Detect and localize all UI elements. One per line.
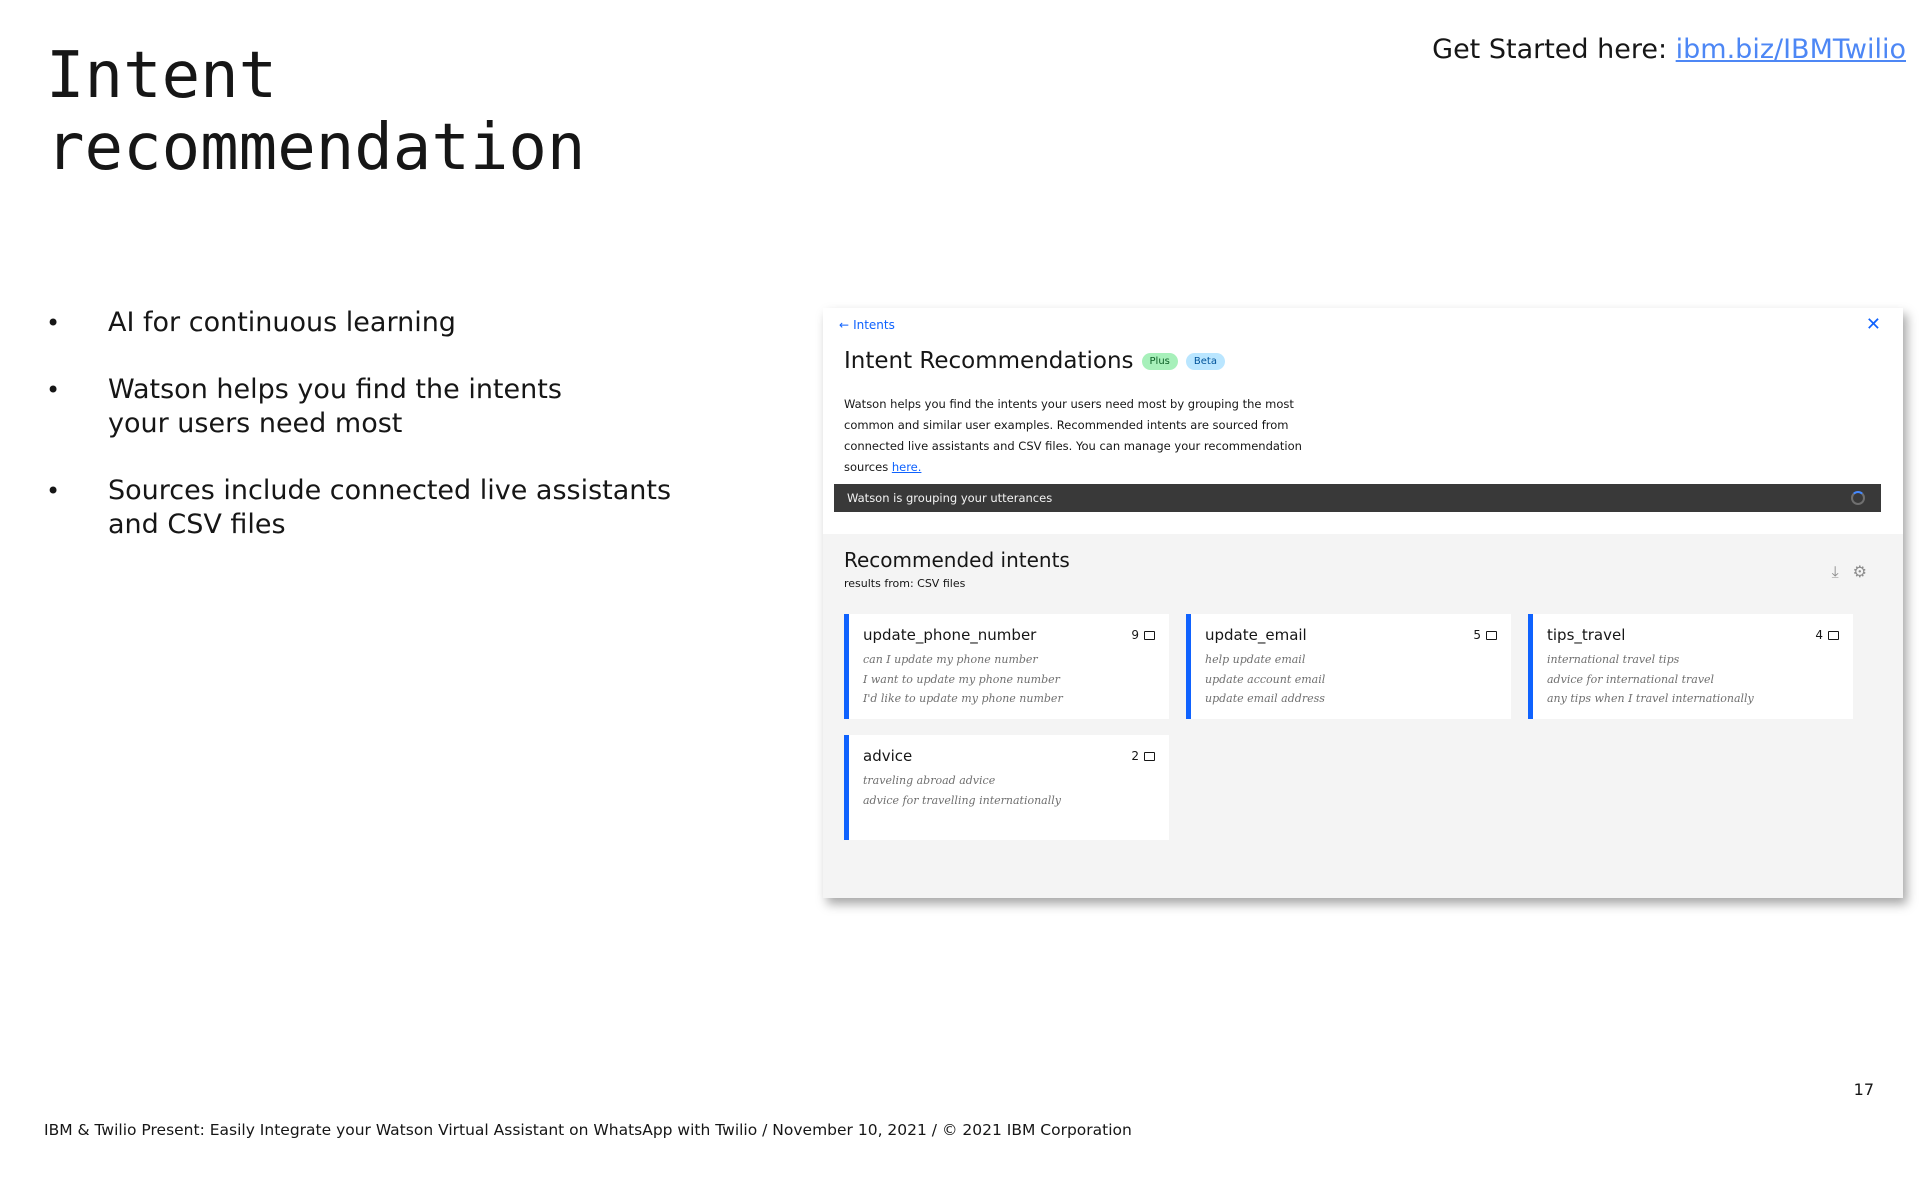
example-utterance: I'd like to update my phone number: [863, 692, 1063, 705]
arrow-left-icon: ←: [839, 318, 850, 332]
example-utterance: can I update my phone number: [863, 653, 1038, 666]
chat-bubble-icon: [1486, 630, 1497, 640]
section-toolbar: ⤓ ⚙: [1832, 562, 1867, 582]
example-count: 2: [1131, 749, 1155, 763]
intent-recommendations-panel: ← Intents ✕ Intent Recommendations Plus …: [823, 308, 1903, 898]
intent-name: advice: [863, 747, 913, 765]
close-icon[interactable]: ✕: [1866, 314, 1881, 335]
notification-text: Watson is grouping your utterances: [847, 491, 1053, 505]
back-link-label: Intents: [853, 318, 895, 332]
count-value: 9: [1131, 628, 1139, 642]
bullet-text: AI for continuous learning: [108, 307, 456, 338]
intent-name: update_email: [1205, 626, 1307, 644]
loading-spinner-icon: [1851, 491, 1865, 505]
page-number: 17: [1853, 1080, 1874, 1099]
recommended-intents-title: Recommended intents: [844, 548, 1070, 572]
bullet-item: • AI for continuous learning: [46, 306, 686, 340]
example-count: 5: [1473, 628, 1497, 642]
intent-cards: update_phone_number 9 can I update my ph…: [844, 614, 1853, 840]
example-utterance: help update email: [1205, 653, 1306, 666]
panel-title: Intent Recommendations: [844, 348, 1134, 374]
example-utterance: I want to update my phone number: [863, 672, 1060, 686]
intent-card[interactable]: update_email 5 help update email update …: [1186, 614, 1511, 719]
bullet-dot: •: [46, 477, 61, 505]
example-utterance: international travel tips: [1547, 653, 1680, 666]
chat-bubble-icon: [1144, 751, 1155, 761]
bullet-text: your users need most: [108, 408, 403, 439]
bullet-dot: •: [46, 376, 61, 404]
plus-tag: Plus: [1141, 352, 1178, 370]
intent-name: tips_travel: [1547, 626, 1626, 644]
get-started-label: Get Started here:: [1432, 34, 1676, 65]
example-utterance: update account email: [1205, 672, 1326, 686]
slide-footer: IBM & Twilio Present: Easily Integrate y…: [44, 1121, 1132, 1139]
example-count: 9: [1131, 628, 1155, 642]
example-utterance: traveling abroad advice: [863, 774, 996, 787]
get-started: Get Started here: ibm.biz/IBMTwilio: [1432, 34, 1906, 65]
panel-description: Watson helps you find the intents your u…: [844, 394, 1304, 478]
count-value: 2: [1131, 749, 1139, 763]
bullet-text: Watson helps you find the intents: [108, 374, 562, 405]
download-icon[interactable]: ⤓: [1832, 562, 1839, 582]
panel-title-row: Intent Recommendations Plus Beta: [844, 348, 1225, 374]
count-value: 5: [1473, 628, 1481, 642]
chat-bubble-icon: [1144, 630, 1155, 640]
bullet-dot: •: [46, 309, 61, 337]
bullet-item: • Sources include connected live assista…: [46, 474, 686, 542]
slide-title-line1: Intent: [46, 39, 278, 113]
bullet-item: • Watson helps you find the intents your…: [46, 373, 686, 441]
manage-sources-link[interactable]: here.: [892, 460, 922, 474]
back-to-intents-link[interactable]: ← Intents: [839, 318, 895, 332]
example-utterance: advice for international travel: [1547, 672, 1715, 686]
bullet-text: Sources include connected live assistant…: [108, 475, 672, 506]
example-utterance: advice for travelling internationally: [863, 793, 1061, 807]
intent-card[interactable]: update_phone_number 9 can I update my ph…: [844, 614, 1169, 719]
intent-card[interactable]: tips_travel 4 international travel tips …: [1528, 614, 1853, 719]
example-count: 4: [1815, 628, 1839, 642]
get-started-link[interactable]: ibm.biz/IBMTwilio: [1676, 34, 1906, 65]
results-source: results from: CSV files: [844, 577, 966, 590]
beta-tag: Beta: [1185, 352, 1225, 370]
grouping-notification: Watson is grouping your utterances: [834, 484, 1881, 512]
example-utterance: any tips when I travel internationally: [1547, 692, 1754, 705]
slide-title-line2: recommendation: [46, 111, 586, 185]
intent-name: update_phone_number: [863, 626, 1037, 644]
chat-bubble-icon: [1828, 630, 1839, 640]
recommended-intents-section: Recommended intents results from: CSV fi…: [823, 534, 1903, 898]
settings-adjust-icon[interactable]: ⚙: [1853, 562, 1867, 582]
bullet-list: • AI for continuous learning • Watson he…: [46, 306, 686, 575]
slide-title: Intent recommendation: [46, 40, 585, 184]
count-value: 4: [1815, 628, 1823, 642]
example-utterance: update email address: [1205, 692, 1325, 705]
intent-card[interactable]: advice 2 traveling abroad advice advice …: [844, 735, 1169, 840]
bullet-text: and CSV files: [108, 509, 286, 540]
